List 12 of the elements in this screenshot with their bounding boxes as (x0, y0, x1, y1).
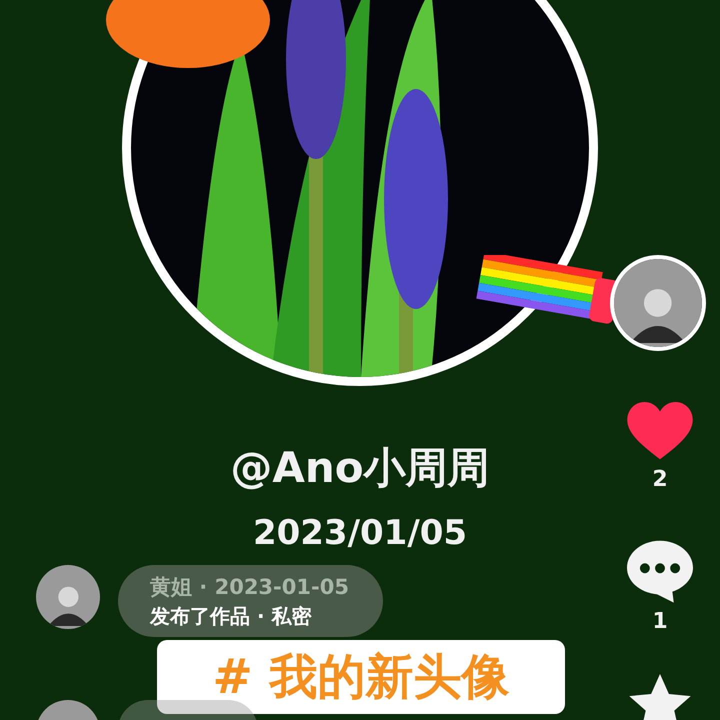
action-count: 2 (652, 466, 668, 494)
comment-text: 发布了作品 · 私密 (150, 603, 313, 629)
avatar[interactable] (614, 259, 702, 347)
star-icon[interactable] (627, 674, 693, 720)
comment-meta: 黄姐 · 2023-01-05 (150, 574, 349, 601)
comment-icon[interactable] (627, 538, 693, 604)
heart-icon[interactable] (627, 402, 693, 462)
action-count: 1 (652, 608, 668, 636)
author-handle[interactable]: @Ano小周周 (230, 442, 490, 494)
comment-bubble[interactable]: 黄姐 · 2023-01-05 发布了作品 · 私密 (118, 565, 383, 637)
post-date: 2023/01/05 (252, 512, 468, 554)
sticker-icon (104, 0, 272, 70)
